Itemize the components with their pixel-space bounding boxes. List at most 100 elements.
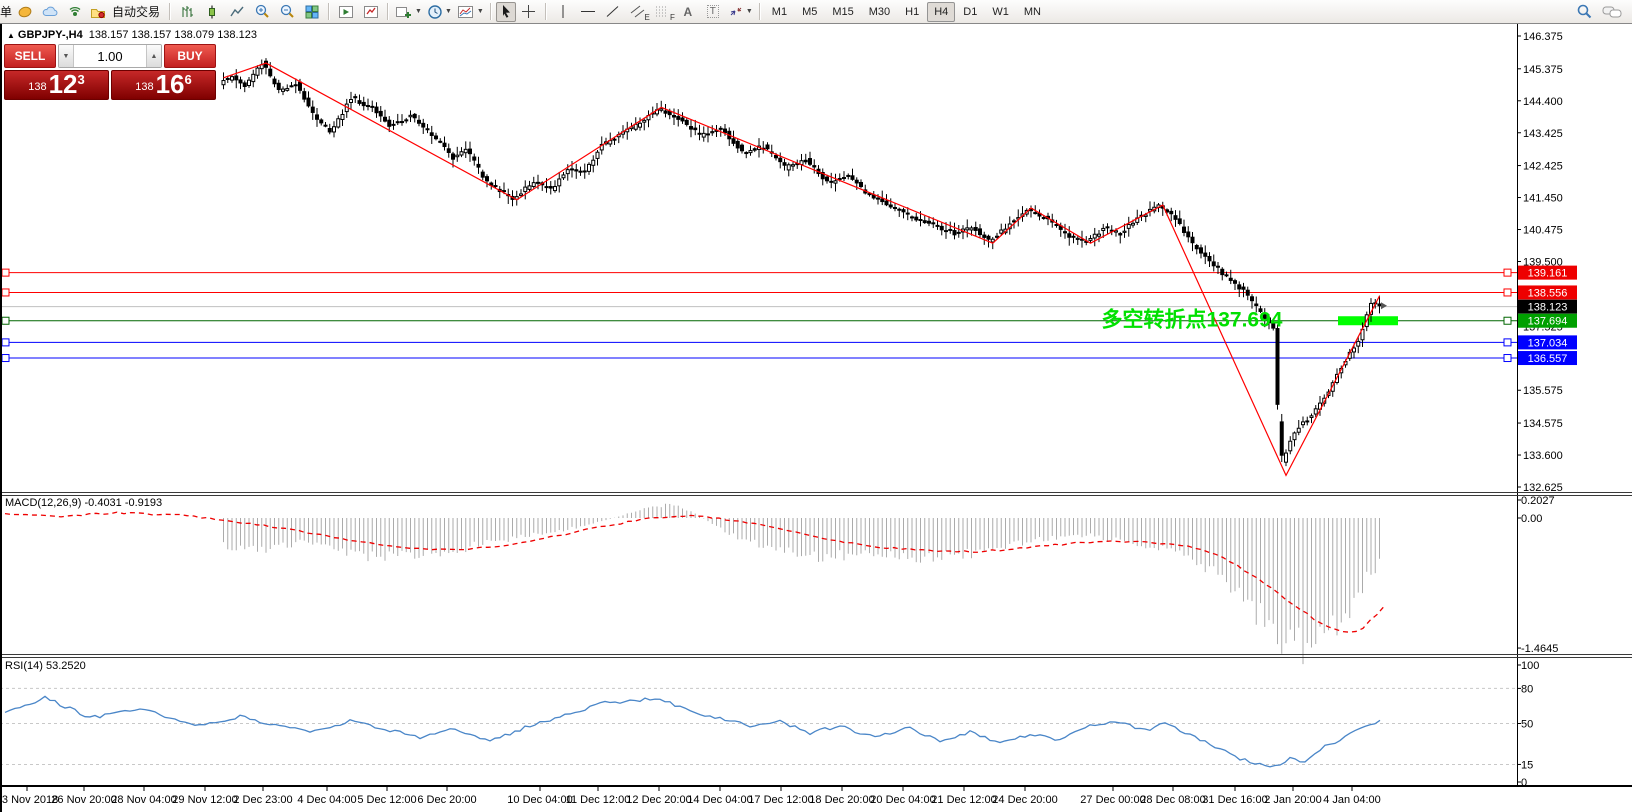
time-tick: 17 Dec 12:00 [748, 794, 813, 806]
volume-decrease-button[interactable]: ▼ [59, 45, 74, 67]
trendline-tool[interactable] [601, 2, 625, 22]
time-tick: 18 Dec 20:00 [809, 794, 874, 806]
orders-label-clipped[interactable]: 单 [0, 3, 12, 20]
sell-button[interactable]: SELL [4, 44, 56, 68]
fibonacci-tool[interactable]: F [651, 2, 675, 22]
timeframe-m30-button[interactable]: M30 [862, 2, 897, 22]
tile-windows-icon[interactable] [300, 2, 324, 22]
volume-increase-button[interactable]: ▲ [146, 45, 161, 67]
sell-price-prefix: 138 [28, 81, 47, 93]
price-badge-text: 139.161 [1528, 268, 1568, 280]
time-tick: 31 Dec 16:00 [1202, 794, 1267, 806]
timeframe-h4-button[interactable]: H4 [927, 1, 956, 22]
price-tick: 132.625 [1523, 482, 1563, 494]
macd-signal-line [4, 511, 1385, 633]
timeframe-m15-button[interactable]: M15 [825, 2, 860, 22]
equidistant-channel-tool[interactable]: E [626, 2, 650, 22]
autotrade-button[interactable]: 自动交易 [88, 2, 165, 22]
rsi-tick: 50 [1521, 719, 1533, 731]
crosshair-tool[interactable] [517, 2, 541, 22]
macd-tick: 0.2027 [1521, 495, 1555, 507]
price-badge-text: 137.034 [1528, 337, 1568, 349]
time-tick: 27 Dec 00:00 [1080, 794, 1145, 806]
price-badge-text: 138.123 [1528, 302, 1568, 314]
chart-canvas[interactable]: 146.375 145.375 144.400 143.425 142.425 141.4… [0, 0, 1632, 812]
candlestick-chart-icon[interactable] [200, 2, 224, 22]
collapse-marker-icon[interactable]: ▲ [7, 31, 15, 40]
time-tick: 6 Dec 20:00 [417, 794, 476, 806]
price-tick: 133.600 [1523, 450, 1563, 462]
chevron-down-icon: ▼ [415, 8, 422, 15]
sell-price-button[interactable]: 138 12 3 [4, 70, 109, 100]
buy-button[interactable]: BUY [164, 44, 216, 68]
vertical-line-tool[interactable] [551, 2, 575, 22]
chevron-down-icon: ▼ [444, 8, 452, 15]
market-cloud-icon[interactable] [38, 2, 62, 22]
time-tick: 28 Nov 04:00 [111, 794, 176, 806]
one-click-trading-panel: SELL ▼ 1.00 ▲ BUY 138 12 3 138 16 6 [4, 44, 216, 100]
chart-header: ▲ GBPJPY-,H4 138.157 138.157 138.079 138.1… [7, 29, 257, 41]
price-tick: 141.450 [1523, 193, 1563, 205]
bar-chart-icon[interactable] [175, 2, 199, 22]
time-tick: 28 Dec 08:00 [1140, 794, 1205, 806]
volume-input[interactable]: 1.00 [74, 45, 146, 67]
rsi-value: 53.2520 [45, 660, 86, 672]
timeframe-m5-button[interactable]: M5 [795, 2, 824, 22]
indicators-edit-icon[interactable] [359, 2, 383, 22]
templates-button[interactable]: ▼ [455, 2, 486, 22]
search-icon[interactable] [1572, 2, 1596, 22]
price-tick: 143.425 [1523, 128, 1563, 140]
macd-label: MACD(12,26,9) -0.4031 -0.9193 [5, 497, 163, 509]
rsi-tick: 15 [1521, 759, 1533, 771]
zoom-in-icon[interactable] [250, 2, 274, 22]
toolbar-separator [169, 3, 172, 20]
time-tick: 21 Dec 12:00 [931, 794, 996, 806]
sell-price-sup: 3 [77, 72, 85, 87]
time-tick: 2 Jan 20:00 [1264, 794, 1322, 806]
zoom-out-icon[interactable] [275, 2, 299, 22]
price-badge-text: 138.556 [1528, 287, 1568, 299]
text-label-tool[interactable]: T [701, 2, 725, 22]
rsi-tick: 80 [1521, 683, 1533, 695]
time-tick: 23 Nov 2018 [0, 794, 58, 806]
price-tick: 144.400 [1523, 96, 1563, 108]
time-tick: 24 Dec 20:00 [992, 794, 1057, 806]
cursor-tool[interactable] [495, 1, 516, 22]
indicators-add-icon[interactable] [334, 2, 358, 22]
zigzag-line [223, 62, 1381, 477]
price-tick: 134.575 [1523, 418, 1563, 430]
buy-price-sup: 6 [184, 72, 192, 87]
new-chart-button[interactable]: ▼ [393, 2, 424, 22]
chevron-down-icon: ▼ [476, 8, 484, 15]
chat-icon[interactable] [1600, 2, 1624, 22]
text-tool[interactable]: A [676, 2, 700, 22]
time-tick: 10 Dec 04:00 [507, 794, 572, 806]
line-chart-icon[interactable] [225, 2, 249, 22]
time-tick: 26 Nov 20:00 [51, 794, 116, 806]
period-clock-button[interactable]: ▼ [425, 2, 454, 22]
buy-price-big: 16 [155, 69, 185, 99]
price-tick: 142.425 [1523, 161, 1563, 173]
toolbar-separator [489, 3, 492, 20]
buy-price-button[interactable]: 138 16 6 [111, 70, 216, 100]
window-left-frame [0, 24, 2, 812]
time-tick: 20 Dec 04:00 [870, 794, 935, 806]
timeframe-w1-button[interactable]: W1 [985, 2, 1016, 22]
autotrade-label: 自动交易 [112, 5, 161, 19]
main-toolbar: 单 自动交易 ▼ ▼ ▼ E F A T ▼ M1 M5 M15 M30 H1 … [0, 0, 1632, 24]
signals-icon[interactable] [63, 2, 87, 22]
chart-title: GBPJPY-,H4 [17, 29, 83, 41]
timeframe-mn-button[interactable]: MN [1017, 2, 1048, 22]
sell-price-big: 12 [48, 69, 78, 99]
horizontal-line-tool[interactable] [576, 2, 600, 22]
price-badge-text: 136.557 [1528, 353, 1568, 365]
timeframe-h1-button[interactable]: H1 [898, 2, 926, 22]
channel-letter: E [644, 12, 650, 22]
new-order-icon[interactable] [13, 2, 37, 22]
arrows-tool[interactable]: ▼ [726, 2, 755, 22]
timeframe-m1-button[interactable]: M1 [765, 2, 794, 22]
macd-tick: 0.00 [1521, 513, 1542, 525]
toolbar-separator [328, 3, 331, 20]
timeframe-d1-button[interactable]: D1 [956, 2, 984, 22]
price-tick: 145.375 [1523, 64, 1563, 76]
